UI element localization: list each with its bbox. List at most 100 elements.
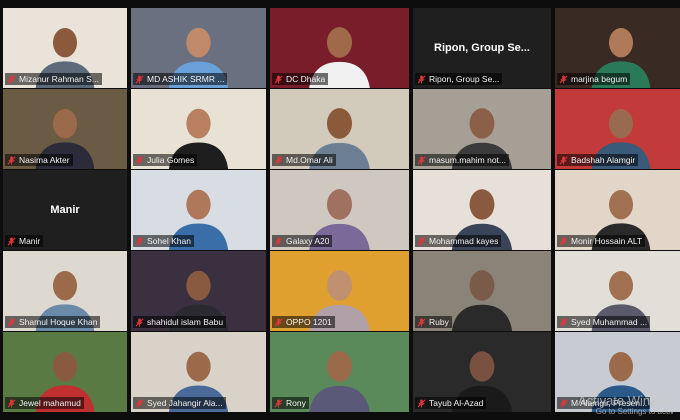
participant-name: Syed Jahangir Ala... <box>147 398 223 408</box>
participant-name-label: Mizanur Rahman S... <box>5 73 102 85</box>
participant-tile[interactable]: Monir Hossain ALT <box>555 170 680 250</box>
mic-muted-icon <box>274 236 283 246</box>
participant-name-label: Julia Gomes <box>133 154 198 166</box>
participant-name: Syed Muhammad ... <box>571 317 648 327</box>
participant-name-label: Syed Muhammad ... <box>557 316 651 328</box>
mic-muted-icon <box>135 155 144 165</box>
participant-name-label: Md.Omar Ali <box>272 154 336 166</box>
participant-name-label: Rony <box>272 397 309 409</box>
participant-tile[interactable]: Mizanur Rahman S... <box>3 8 127 88</box>
participant-name-label: Mohammad kayes <box>415 235 502 247</box>
participant-name: Sohel Khan <box>147 236 191 246</box>
participant-name-label: shahidul islam Babu <box>133 316 227 328</box>
participant-name: Tayub Al-Azad <box>429 398 484 408</box>
participant-name: DC Dhaka <box>286 74 326 84</box>
participant-name-label: Ruby <box>415 316 452 328</box>
participant-name-label: Badshah Alamgir <box>557 154 639 166</box>
participant-name-label: Nasima Akter <box>5 154 73 166</box>
mic-muted-icon <box>274 317 283 327</box>
participant-name: Mizanur Rahman S... <box>19 74 99 84</box>
participant-name: Ripon, Group Se... <box>429 74 500 84</box>
participant-name-label: Shamul Hoque Khan <box>5 316 101 328</box>
gallery-grid: Mizanur Rahman S... MD ASHIK SRMR ... DC D… <box>0 8 680 412</box>
watermark-title: Activate Window <box>577 392 674 408</box>
participant-name-label: Ripon, Group Se... <box>415 73 503 85</box>
participant-tile[interactable]: Badshah Alamgir <box>555 89 680 169</box>
participant-name-label: Tayub Al-Azad <box>415 397 487 409</box>
participant-name: masum.mahim not... <box>429 155 506 165</box>
participant-tile[interactable]: Galaxy A20 <box>270 170 409 250</box>
mic-muted-icon <box>417 236 426 246</box>
participant-name: MD ASHIK SRMR ... <box>147 74 225 84</box>
participant-name: Md.Omar Ali <box>286 155 333 165</box>
participant-display-name: Manir <box>50 204 80 216</box>
participant-name: Julia Gomes <box>147 155 195 165</box>
participant-tile[interactable]: Rony <box>270 332 409 412</box>
participant-tile[interactable]: masum.mahim not... <box>413 89 551 169</box>
mic-muted-icon <box>135 236 144 246</box>
mic-muted-icon <box>417 317 426 327</box>
mic-muted-icon <box>417 398 426 408</box>
participant-tile[interactable]: Ruby <box>413 251 551 331</box>
participant-name-label: marjina begum <box>557 73 631 85</box>
participant-name: Rony <box>286 398 306 408</box>
mic-muted-icon <box>7 74 16 84</box>
mic-muted-icon <box>274 74 283 84</box>
participant-name: Mohammad kayes <box>429 236 499 246</box>
participant-name: Monir Hossain ALT <box>571 236 643 246</box>
participant-name-label: Sohel Khan <box>133 235 194 247</box>
mic-muted-icon <box>274 398 283 408</box>
mic-muted-icon <box>559 236 568 246</box>
participant-name-label: OPPO 1201 <box>272 316 335 328</box>
participant-tile[interactable]: Manir Manir <box>3 170 127 250</box>
participant-tile[interactable]: Syed Jahangir Ala... <box>131 332 266 412</box>
participant-name-label: DC Dhaka <box>272 73 329 85</box>
participant-tile[interactable]: shahidul islam Babu <box>131 251 266 331</box>
mic-muted-icon <box>559 74 568 84</box>
participant-name: Shamul Hoque Khan <box>19 317 98 327</box>
mic-muted-icon <box>559 155 568 165</box>
mic-muted-icon <box>274 155 283 165</box>
mic-muted-icon <box>135 74 144 84</box>
participant-tile[interactable]: Sohel Khan <box>131 170 266 250</box>
participant-tile[interactable]: Nasima Akter <box>3 89 127 169</box>
participant-tile[interactable]: OPPO 1201 <box>270 251 409 331</box>
participant-tile[interactable]: Jewel mahamud <box>3 332 127 412</box>
participant-name-label: MD ASHIK SRMR ... <box>133 73 228 85</box>
participant-name-label: Monir Hossain ALT <box>557 235 646 247</box>
participant-tile[interactable]: DC Dhaka <box>270 8 409 88</box>
participant-name: Galaxy A20 <box>286 236 330 246</box>
mic-muted-icon <box>559 398 568 408</box>
participant-name: shahidul islam Babu <box>147 317 224 327</box>
participant-name-label: Galaxy A20 <box>272 235 333 247</box>
participant-name: Nasima Akter <box>19 155 70 165</box>
windows-activation-watermark: Activate Window Go to Settings to activ <box>578 394 674 416</box>
participant-name: OPPO 1201 <box>286 317 332 327</box>
mic-muted-icon <box>7 236 16 246</box>
mic-muted-icon <box>7 155 16 165</box>
watermark-subtitle: Go to Settings to activ <box>595 406 674 416</box>
participant-tile[interactable]: Shamul Hoque Khan <box>3 251 127 331</box>
mic-muted-icon <box>135 398 144 408</box>
participant-tile[interactable]: Ripon, Group Se... Ripon, Group Se... <box>413 8 551 88</box>
participant-name: Ruby <box>429 317 449 327</box>
participant-name: Badshah Alamgir <box>571 155 636 165</box>
participant-name-label: Manir <box>5 235 44 247</box>
mic-muted-icon <box>7 317 16 327</box>
participant-tile[interactable]: Mohammad kayes <box>413 170 551 250</box>
participant-tile[interactable]: Syed Muhammad ... <box>555 251 680 331</box>
participant-display-name: Ripon, Group Se... <box>434 42 530 54</box>
participant-tile[interactable]: Md.Omar Ali <box>270 89 409 169</box>
participant-tile[interactable]: MD ASHIK SRMR ... <box>131 8 266 88</box>
mic-muted-icon <box>135 317 144 327</box>
participant-tile[interactable]: Tayub Al-Azad <box>413 332 551 412</box>
participant-name-label: Jewel mahamud <box>5 397 84 409</box>
participant-name-label: Syed Jahangir Ala... <box>133 397 226 409</box>
participant-tile[interactable]: marjina begum <box>555 8 680 88</box>
participant-tile[interactable]: Julia Gomes <box>131 89 266 169</box>
participant-name: Jewel mahamud <box>19 398 81 408</box>
mic-muted-icon <box>417 155 426 165</box>
mic-muted-icon <box>417 74 426 84</box>
participant-name: Manir <box>19 236 41 246</box>
mic-muted-icon <box>7 398 16 408</box>
